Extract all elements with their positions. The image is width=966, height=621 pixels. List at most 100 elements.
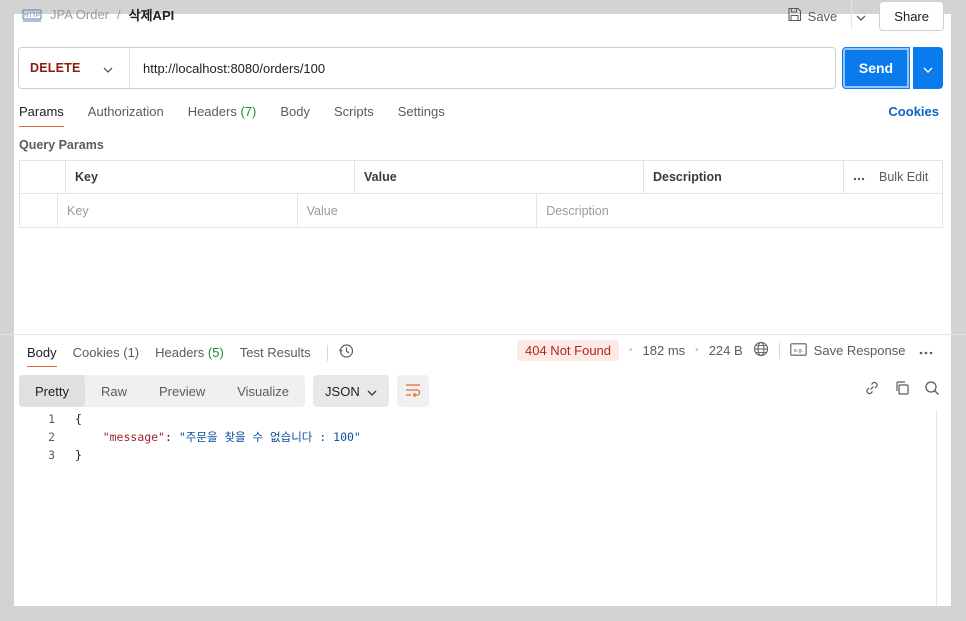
link-icon[interactable] [864, 380, 880, 399]
send-group: Send [842, 47, 943, 89]
scrollbar[interactable] [936, 410, 937, 606]
json-key: "message" [102, 430, 166, 444]
view-mode-group: Pretty Raw Preview Visualize [19, 375, 306, 407]
save-response-icon: e.g. [789, 342, 807, 359]
top-bar: HTTP JPA Order / 삭제API Save Share [0, 0, 966, 34]
language-select[interactable]: JSON [313, 375, 390, 407]
response-code-view[interactable]: 1 { 2 "message": "주문을 찾을 수 없습니다 : 100" 3… [19, 410, 937, 606]
tab-scripts[interactable]: Scripts [334, 104, 374, 127]
tab-label: Headers [155, 345, 205, 360]
svg-text:e.g.: e.g. [794, 347, 804, 353]
chevron-down-icon [367, 384, 377, 399]
tab-label: Body [27, 345, 57, 360]
tab-response-body[interactable]: Body [27, 345, 57, 367]
wrap-lines-button[interactable] [397, 375, 430, 407]
query-params-table: Key Value Description Bulk Edit Key Valu… [19, 160, 943, 228]
breadcrumb: HTTP JPA Order / 삭제API [22, 5, 174, 24]
chevron-down-icon [923, 61, 933, 76]
send-options-button[interactable] [913, 47, 943, 89]
tab-settings[interactable]: Settings [398, 104, 445, 127]
chevron-down-icon [856, 9, 866, 24]
tab-test-results[interactable]: Test Results [240, 345, 311, 367]
tab-response-cookies[interactable]: Cookies (1) [73, 345, 139, 367]
top-actions: Save Share [783, 1, 944, 31]
column-header-value: Value [355, 161, 644, 193]
table-row: Key Value Description [20, 194, 942, 227]
tab-count: (7) [240, 104, 257, 119]
row-checkbox-cell [20, 194, 59, 227]
tab-label: Params [19, 104, 64, 119]
line-number: 2 [48, 430, 55, 444]
share-button[interactable]: Share [879, 1, 944, 31]
column-header-key: Key [66, 161, 355, 193]
more-icon [853, 170, 865, 184]
mode-visualize[interactable]: Visualize [221, 375, 305, 407]
save-icon [787, 7, 802, 25]
line-number: 3 [48, 448, 55, 462]
request-tabs: Params Authorization Headers (7) Body Sc… [19, 104, 469, 127]
tab-count: (5) [207, 345, 224, 360]
table-header-row: Key Value Description Bulk Edit [20, 161, 942, 194]
code-line: 1 { [19, 410, 937, 428]
tab-label: Cookies [72, 345, 120, 360]
response-tools [864, 380, 940, 399]
tab-label: Body [280, 104, 310, 119]
copy-icon[interactable] [894, 380, 910, 399]
method-select[interactable]: DELETE [19, 48, 130, 88]
key-input[interactable]: Key [58, 194, 298, 227]
history-icon[interactable] [338, 343, 354, 362]
bulk-edit-button[interactable]: Bulk Edit [853, 170, 928, 184]
column-header-description: Description [644, 161, 844, 193]
mode-pretty[interactable]: Pretty [19, 375, 85, 407]
description-input[interactable]: Description [537, 194, 942, 227]
more-icon[interactable] [919, 343, 933, 358]
http-icon: HTTP [22, 6, 42, 24]
send-button[interactable]: Send [842, 47, 910, 89]
breadcrumb-separator: / [117, 7, 121, 22]
pane-divider[interactable] [0, 334, 966, 335]
tab-headers[interactable]: Headers (7) [188, 104, 257, 127]
request-title[interactable]: 삭제API [129, 5, 175, 24]
tab-label: Headers [187, 104, 237, 119]
language-label: JSON [325, 383, 360, 399]
method-label: DELETE [30, 61, 81, 75]
checkbox-column [20, 161, 66, 193]
status-badge[interactable]: 404 Not Found [517, 340, 620, 361]
url-input[interactable]: http://localhost:8080/orders/100 [130, 61, 325, 76]
save-options-button[interactable] [851, 2, 869, 30]
cookies-link[interactable]: Cookies [888, 104, 939, 119]
tab-label: Scripts [333, 104, 374, 119]
separator-dot: • [629, 345, 633, 356]
response-meta: 404 Not Found • 182 ms • 224 B e.g. Save… [517, 340, 933, 361]
mode-preview[interactable]: Preview [143, 375, 221, 407]
value-input[interactable]: Value [298, 194, 538, 227]
save-response-button[interactable]: e.g. Save Response [789, 342, 906, 359]
tab-authorization[interactable]: Authorization [88, 104, 164, 127]
tab-label: Authorization [87, 104, 164, 119]
wrap-icon [405, 383, 421, 400]
tab-body[interactable]: Body [280, 104, 310, 127]
save-label: Save [807, 8, 838, 24]
save-button[interactable]: Save [783, 2, 842, 30]
globe-icon[interactable] [753, 341, 769, 360]
query-params-title: Query Params [19, 138, 104, 152]
code-text: "message": "주문을 찾을 수 없습니다 : 100" [55, 429, 361, 445]
tab-label: Settings [397, 104, 445, 119]
code-line: 3 } [19, 446, 937, 464]
json-value: "주문을 찾을 수 없습니다 : 100" [178, 430, 361, 444]
tab-response-headers[interactable]: Headers (5) [155, 345, 224, 367]
code-text: } [75, 448, 82, 462]
tab-params[interactable]: Params [19, 104, 64, 127]
tab-label: Test Results [239, 345, 311, 360]
save-response-label: Save Response [813, 343, 906, 358]
url-bar: DELETE http://localhost:8080/orders/100 [18, 47, 836, 89]
search-icon[interactable] [924, 380, 940, 399]
breadcrumb-parent[interactable]: JPA Order [50, 7, 109, 22]
response-time[interactable]: 182 ms [643, 343, 686, 358]
divider [326, 344, 328, 361]
divider [778, 342, 780, 359]
code-text: { [75, 412, 82, 426]
line-number: 1 [48, 412, 55, 426]
response-size[interactable]: 224 B [709, 343, 743, 358]
mode-raw[interactable]: Raw [85, 375, 143, 407]
